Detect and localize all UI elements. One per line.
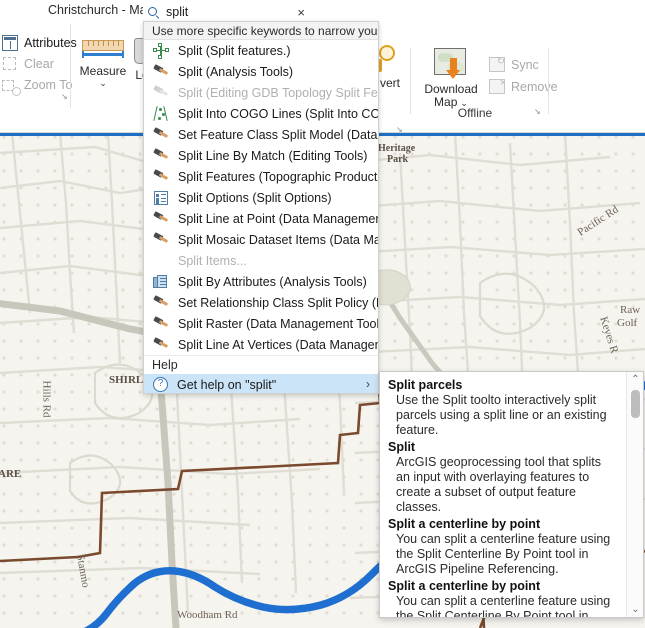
result-item-label: Split Mosaic Dataset Items (Data Managem… [178, 232, 378, 247]
result-item-label: Split Options (Split Options) [178, 190, 332, 205]
hammer-icon [153, 63, 169, 80]
get-help-label: Get help on "split" [177, 377, 277, 392]
hammer-icon [153, 168, 169, 185]
arcgis-pro-window: Heritage Park Pacific Rd Raw Golf Keyes … [0, 0, 645, 628]
search-hint-banner: Use more specific keywords to narrow you… [144, 22, 378, 40]
result-item-label: Split (Split features.) [178, 43, 291, 58]
result-item-split-by-attributes[interactable]: Split By Attributes (Analysis Tools) [144, 271, 378, 292]
clear-label: Clear [24, 56, 54, 71]
download-map-icon [433, 48, 469, 83]
hammer-icon [153, 210, 169, 227]
hammer-icon [153, 294, 169, 311]
result-item-split-line-by-match[interactable]: Split Line By Match (Editing Tools) [144, 145, 378, 166]
zoom-to-label: Zoom To [24, 77, 73, 92]
measure-ruler-icon [82, 40, 124, 65]
result-item-split-options[interactable]: Split Options (Split Options) [144, 187, 378, 208]
hammer-icon [153, 84, 169, 101]
hammer-icon [153, 315, 169, 332]
remove-icon [489, 77, 506, 95]
result-item-split-features-topographic[interactable]: Split Features (Topographic Production T… [144, 166, 378, 187]
group-divider [70, 24, 71, 108]
result-item-label: Split Features (Topographic Production T… [178, 169, 378, 184]
hammer-icon [153, 231, 169, 248]
scroll-down-arrow-icon[interactable]: ⌄ [627, 602, 643, 617]
group-divider [548, 48, 549, 114]
zoom-to-button[interactable]: Zoom To [0, 74, 72, 95]
help-entry-title: Split [388, 440, 416, 454]
result-item-set-feature-class-split-model[interactable]: Set Feature Class Split Model (Data Mana… [144, 124, 378, 145]
search-results-dropdown[interactable]: Use more specific keywords to narrow you… [143, 21, 379, 394]
result-item-label: Split Raster (Data Management Tools) [178, 316, 378, 331]
help-entry-desc: You can split a centerline feature using… [396, 594, 611, 618]
result-item-set-relationship-class-split-policy[interactable]: Set Relationship Class Split Policy (Dat… [144, 292, 378, 313]
offline-group-label: Offline [457, 106, 493, 120]
scrollbar-thumb[interactable] [631, 390, 640, 418]
help-entry-title: Split parcels [388, 378, 463, 392]
hammer-icon [153, 147, 169, 164]
result-item-split-items[interactable]: Split Items... [144, 250, 378, 271]
chevron-right-icon[interactable]: › [366, 377, 370, 391]
clear-search-icon[interactable]: × [297, 4, 305, 21]
help-panel-scrollbar[interactable]: ⌃ ⌄ [626, 372, 643, 617]
help-suggestions-list: Split parcels Use the Split toolto inter… [380, 372, 620, 618]
result-item-split-line-at-vertices[interactable]: Split Line At Vertices (Data Management … [144, 334, 378, 355]
search-icon [148, 7, 157, 16]
group-divider [410, 48, 411, 114]
result-item-split-editing-gdb[interactable]: Split (Editing GDB Topology Split Featur… [144, 82, 378, 103]
document-title: Christchurch - Map [48, 3, 154, 17]
selection-dialog-launcher[interactable]: ↘ [61, 92, 70, 101]
get-help-on-split-item[interactable]: ? Get help on "split" › [144, 374, 378, 393]
clear-selection-icon [2, 56, 18, 72]
result-item-label: Set Relationship Class Split Policy (Dat… [178, 295, 378, 310]
remove-button[interactable]: Remove [487, 76, 567, 97]
sync-label: Sync [511, 57, 539, 72]
attributes-label: Attributes [24, 35, 77, 50]
zoom-to-selection-icon [2, 77, 18, 93]
hammer-icon [153, 126, 169, 143]
sync-icon [489, 56, 505, 73]
result-item-label: Split (Analysis Tools) [178, 64, 294, 79]
question-mark-icon: ? [153, 377, 168, 392]
split-options-icon [153, 190, 169, 206]
help-section-header: Help [144, 355, 378, 374]
help-entry-desc: ArcGIS geoprocessing tool that splits an… [396, 455, 601, 514]
split-features-icon [153, 42, 169, 59]
result-item-label: Split (Editing GDB Topology Split Featur… [178, 85, 378, 100]
title-bar: Christchurch - Map [0, 0, 645, 22]
result-item-label: Split Line At Vertices (Data Management … [178, 337, 378, 352]
attributes-table-icon [2, 34, 18, 51]
result-item-split-analysis[interactable]: Split (Analysis Tools) [144, 61, 378, 82]
selection-group: Attributes Clear Zoom To [0, 26, 77, 110]
search-box[interactable]: split × [143, 2, 310, 21]
cogo-lines-icon [152, 105, 169, 122]
result-item-label: Split Items... [178, 253, 247, 268]
split-by-attributes-icon [153, 274, 169, 290]
convert-magnifier-icon [375, 45, 405, 77]
result-item-label: Split Line at Point (Data Management Too… [178, 211, 378, 226]
remove-label: Remove [511, 79, 558, 94]
help-entry-desc: Use the Split toolto interactively split… [396, 393, 607, 437]
help-entry-desc: You can split a centerline feature using… [396, 532, 611, 576]
attributes-button[interactable]: Attributes [0, 32, 77, 53]
hammer-icon [153, 336, 169, 353]
download-map-button[interactable]: Download Map ⌄ [420, 48, 482, 110]
result-item-split-features[interactable]: Split (Split features.) [144, 40, 378, 61]
result-item-label: Split Into COGO Lines (Split Into COGO L… [178, 106, 378, 121]
offline-dialog-launcher[interactable]: ↘ [534, 107, 543, 116]
clear-button[interactable]: Clear [0, 53, 68, 74]
search-input[interactable]: split [166, 5, 188, 19]
result-item-split-line-at-point[interactable]: Split Line at Point (Data Management Too… [144, 208, 378, 229]
result-item-split-raster[interactable]: Split Raster (Data Management Tools) [144, 313, 378, 334]
result-item-label: Split Line By Match (Editing Tools) [178, 148, 368, 163]
help-suggestions-panel[interactable]: Split parcels Use the Split toolto inter… [379, 371, 644, 618]
sync-button[interactable]: Sync [487, 54, 557, 75]
result-item-label: Split By Attributes (Analysis Tools) [178, 274, 367, 289]
result-item-split-mosaic-dataset-items[interactable]: Split Mosaic Dataset Items (Data Managem… [144, 229, 378, 250]
help-entry-title: Split a centerline by point [388, 579, 541, 593]
result-item-label: Set Feature Class Split Model (Data Mana… [178, 127, 378, 142]
scroll-up-arrow-icon[interactable]: ⌃ [627, 372, 643, 387]
result-item-split-into-cogo-lines[interactable]: Split Into COGO Lines (Split Into COGO L… [144, 103, 378, 124]
help-entry-title: Split a centerline by point [388, 517, 541, 531]
